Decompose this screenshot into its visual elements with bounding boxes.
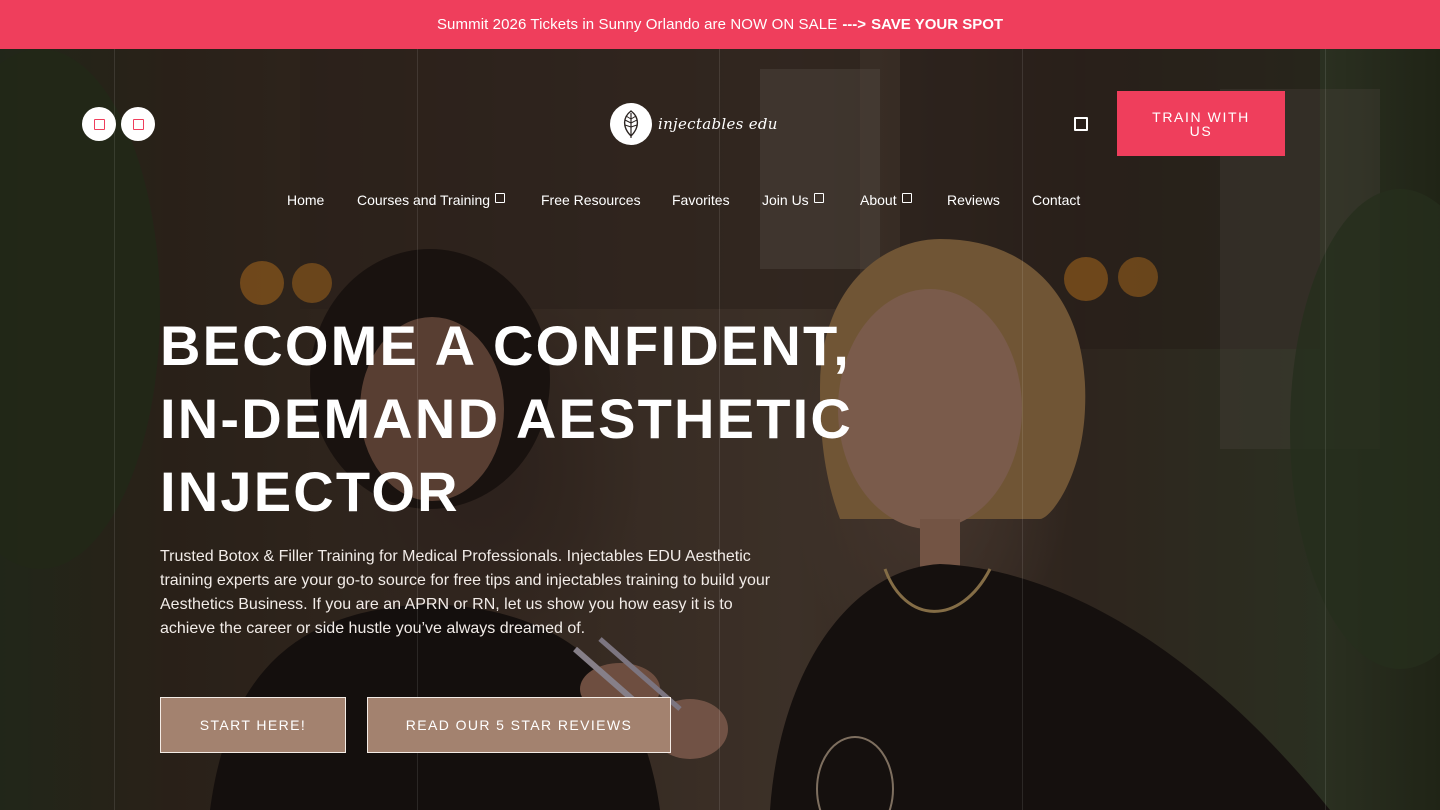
- site-logo[interactable]: injectables edu: [610, 102, 778, 146]
- nav-item-label: Join Us: [762, 192, 809, 208]
- social-icon: [93, 118, 105, 130]
- train-with-us-button[interactable]: TRAIN WITH US: [1117, 91, 1285, 156]
- read-reviews-button[interactable]: READ OUR 5 STAR REVIEWS: [367, 697, 671, 753]
- nav-item-free-resources[interactable]: Free Resources: [541, 192, 641, 208]
- nav-item-label: Home: [287, 192, 325, 208]
- grid-line: [1325, 49, 1326, 810]
- chevron-down-icon: [495, 193, 506, 203]
- hero-headline-line: IN-DEMAND AESTHETIC: [160, 387, 854, 450]
- main-nav: Home Courses and Training Free Resources…: [0, 192, 1440, 212]
- nav-item-courses-and-training[interactable]: Courses and Training: [357, 192, 506, 208]
- hero-headline: BECOME A CONFIDENT, IN-DEMAND AESTHETIC …: [160, 309, 920, 528]
- logo-text: injectables edu: [658, 115, 778, 133]
- save-your-spot-link[interactable]: SAVE YOUR SPOT: [871, 16, 1003, 33]
- announcement-text: Summit 2026 Tickets in Sunny Orlando are…: [436, 16, 838, 33]
- nav-item-label: Courses and Training: [357, 192, 491, 208]
- hero-intro-text: Trusted Botox & Filler Training for Medi…: [160, 548, 771, 637]
- nav-item-home[interactable]: Home: [287, 192, 324, 208]
- announcement-arrow: --->: [842, 16, 867, 33]
- social-link-2[interactable]: [121, 107, 155, 141]
- social-icon: [132, 118, 144, 130]
- cart-button[interactable]: [1074, 117, 1088, 131]
- nav-item-label: Contact: [1032, 192, 1081, 208]
- nav-item-join-us[interactable]: Join Us: [762, 192, 824, 208]
- chevron-down-icon: [901, 193, 912, 203]
- grid-line: [114, 49, 115, 810]
- nav-item-about[interactable]: About: [860, 192, 912, 208]
- nav-item-label: Favorites: [672, 192, 730, 208]
- hero-section: injectables edu TRAIN WITH US Home Cours…: [0, 49, 1440, 810]
- nav-item-contact[interactable]: Contact: [1032, 192, 1080, 208]
- hero-headline-line: BECOME A CONFIDENT,: [160, 314, 851, 377]
- start-here-button[interactable]: START HERE!: [160, 697, 346, 753]
- nav-item-label: Reviews: [947, 192, 1000, 208]
- nav-item-favorites[interactable]: Favorites: [672, 192, 730, 208]
- nav-item-label: About: [860, 192, 897, 208]
- cart-icon: [1074, 117, 1088, 131]
- announcement-bar[interactable]: Summit 2026 Tickets in Sunny Orlando are…: [0, 0, 1440, 49]
- social-link-1[interactable]: [82, 107, 116, 141]
- hero-headline-line: INJECTOR: [160, 460, 460, 523]
- chevron-down-icon: [813, 193, 824, 203]
- grid-line: [1022, 49, 1023, 810]
- feather-logo-icon: [610, 103, 652, 145]
- nav-item-reviews[interactable]: Reviews: [947, 192, 1000, 208]
- nav-item-label: Free Resources: [541, 192, 641, 208]
